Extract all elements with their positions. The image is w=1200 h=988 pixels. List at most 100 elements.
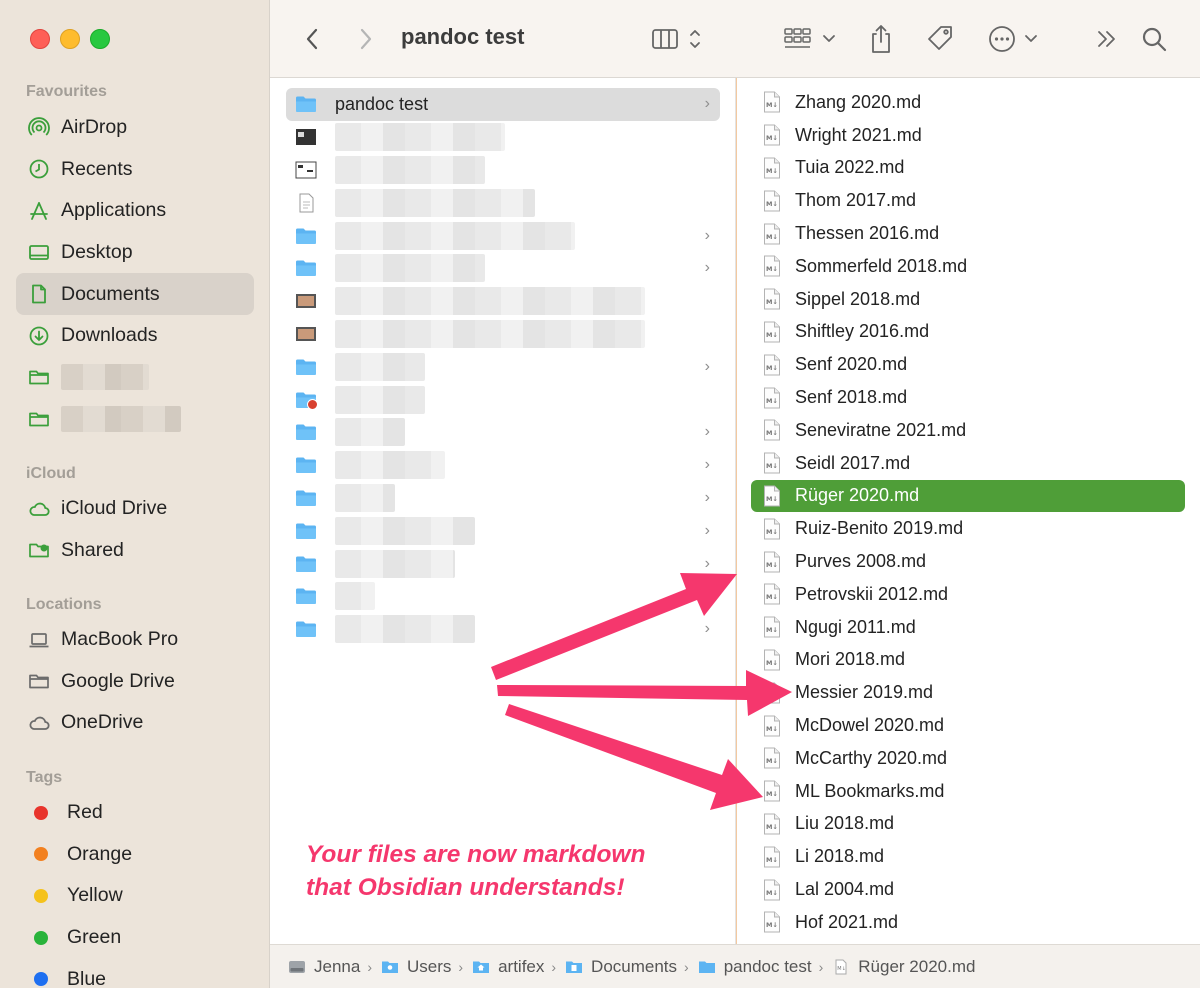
folder-icon — [295, 422, 319, 442]
folder-row-redacted[interactable] — [286, 580, 720, 613]
file-row[interactable]: M↓ Shiftley 2016.md — [751, 316, 1185, 349]
file-row[interactable]: M↓ Petrovskii 2012.md — [751, 578, 1185, 611]
path-item-documents[interactable]: Documents — [565, 957, 677, 977]
file-row[interactable]: M↓ Mori 2018.md — [751, 644, 1185, 677]
sidebar-item-desktop[interactable]: Desktop — [0, 232, 270, 274]
path-item-pandoc-test[interactable]: pandoc test — [698, 957, 812, 977]
chevron-right-icon: › — [551, 958, 557, 975]
folder-row-redacted[interactable] — [286, 121, 720, 154]
annotation-line: Your files are now markdown — [306, 841, 646, 868]
sidebar-tag-yellow[interactable]: Yellow — [0, 875, 270, 917]
overflow-button[interactable] — [1092, 22, 1122, 56]
sidebar-item-documents[interactable]: Documents — [0, 273, 270, 315]
share-button[interactable] — [866, 22, 896, 56]
zoom-button[interactable] — [90, 29, 110, 49]
redacted-label — [61, 364, 149, 391]
minimize-button[interactable] — [60, 29, 80, 49]
sidebar-item-icloud-drive[interactable]: iCloud Drive — [0, 488, 270, 530]
path-item-artifex[interactable]: artifex — [472, 957, 544, 977]
group-button[interactable] — [782, 22, 840, 56]
sidebar-item-onedrive[interactable]: OneDrive — [0, 702, 270, 744]
sidebar-item-applications[interactable]: Applications — [0, 190, 270, 232]
sidebar-item-downloads[interactable]: Downloads — [0, 315, 270, 357]
path-item-jenna[interactable]: Jenna — [288, 957, 360, 977]
svg-text:M↓: M↓ — [766, 790, 778, 798]
folder-row-redacted[interactable]: › — [286, 449, 720, 482]
file-row[interactable]: M↓ Messier 2019.md — [751, 676, 1185, 709]
file-row[interactable]: M↓ Purves 2008.md — [751, 545, 1185, 578]
file-name: Lal 2004.md — [795, 879, 895, 900]
sidebar-item-google-drive[interactable]: Google Drive — [0, 661, 270, 703]
folder-row-redacted[interactable] — [286, 186, 720, 219]
file-row[interactable]: M↓ Sommerfeld 2018.md — [751, 250, 1185, 283]
forward-button[interactable] — [352, 22, 380, 56]
search-button[interactable] — [1138, 22, 1170, 56]
sidebar-item-redacted-folder[interactable] — [0, 357, 270, 399]
sidebar-tag-green[interactable]: Green — [0, 917, 270, 959]
view-mode-button[interactable] — [650, 22, 706, 56]
svg-text:M↓: M↓ — [766, 495, 778, 503]
annotation-line: that Obsidian understands! — [306, 874, 625, 901]
svg-text:M↓: M↓ — [766, 626, 778, 634]
sidebar-item-airdrop[interactable]: AirDrop — [0, 107, 270, 149]
file-row[interactable]: M↓ Thom 2017.md — [751, 184, 1185, 217]
file-row[interactable]: M↓ Lal 2004.md — [751, 873, 1185, 906]
folder-row-redacted[interactable]: › — [286, 350, 720, 383]
file-row[interactable]: M↓ Senf 2020.md — [751, 348, 1185, 381]
more-actions-button[interactable] — [986, 22, 1042, 56]
folder-icon — [28, 408, 50, 430]
file-row[interactable]: M↓ Rüger 2020.md — [751, 479, 1185, 513]
file-row[interactable]: M↓ Seneviratne 2021.md — [751, 414, 1185, 447]
file-name: Purves 2008.md — [795, 551, 927, 572]
sidebar-tag-orange[interactable]: Orange — [0, 834, 270, 876]
folder-row-redacted[interactable]: › — [286, 547, 720, 580]
sidebar-tag-blue[interactable]: Blue — [0, 958, 270, 988]
folder-row-redacted[interactable] — [286, 285, 720, 318]
back-button[interactable] — [298, 22, 326, 56]
sidebar-item-macbook-pro[interactable]: MacBook Pro — [0, 619, 270, 661]
sidebar-item-recents[interactable]: Recents — [0, 149, 270, 191]
path-item-file[interactable]: M↓ Rüger 2020.md — [832, 957, 975, 977]
folder-row-pandoc-test[interactable]: pandoc test › — [286, 88, 720, 121]
sidebar-tag-red[interactable]: Red — [0, 792, 270, 834]
file-row[interactable]: M↓ Thessen 2016.md — [751, 217, 1185, 250]
redacted-label — [61, 405, 181, 432]
file-row[interactable]: M↓ Ruiz-Benito 2019.md — [751, 512, 1185, 545]
image-file-icon — [295, 324, 319, 344]
file-row[interactable]: M↓ Sippel 2018.md — [751, 283, 1185, 316]
folder-row-redacted[interactable] — [286, 383, 720, 416]
file-name: Hof 2021.md — [795, 911, 899, 932]
markdown-file-icon: M↓ — [763, 813, 781, 835]
file-row[interactable]: M↓ Li 2018.md — [751, 840, 1185, 873]
sidebar-item-shared[interactable]: Shared — [0, 530, 270, 572]
tag-dot-icon — [34, 847, 48, 862]
file-row[interactable]: M↓ Tuia 2022.md — [751, 152, 1185, 185]
file-row[interactable]: M↓ Wright 2021.md — [751, 119, 1185, 152]
folder-row-redacted[interactable]: › — [286, 252, 720, 285]
folder-row-redacted[interactable]: › — [286, 482, 720, 515]
file-name: Seidl 2017.md — [795, 452, 911, 473]
download-icon — [28, 325, 50, 347]
file-row[interactable]: M↓ Hof 2021.md — [751, 906, 1185, 939]
file-row[interactable]: M↓ ML Bookmarks.md — [751, 775, 1185, 808]
file-row[interactable]: M↓ McDowel 2020.md — [751, 709, 1185, 742]
file-row[interactable]: M↓ Liu 2018.md — [751, 808, 1185, 841]
file-row[interactable]: M↓ Ngugi 2011.md — [751, 611, 1185, 644]
folder-row-redacted[interactable] — [286, 154, 720, 187]
folder-row-redacted[interactable] — [286, 318, 720, 351]
redacted-name — [335, 582, 375, 611]
share-icon — [872, 25, 890, 53]
file-row[interactable]: M↓ Zhang 2020.md — [751, 86, 1185, 119]
folder-row-redacted[interactable]: › — [286, 219, 720, 252]
sidebar-item-redacted-folder[interactable] — [0, 398, 270, 440]
path-item-users[interactable]: Users — [381, 957, 451, 977]
file-row[interactable]: M↓ Senf 2018.md — [751, 381, 1185, 414]
folder-row-redacted[interactable]: › — [286, 514, 720, 547]
file-row[interactable]: M↓ Seidl 2017.md — [751, 447, 1185, 480]
finder-window: Favourites AirDrop Recents Applications — [0, 0, 1200, 988]
file-row[interactable]: M↓ McCarthy 2020.md — [751, 742, 1185, 775]
folder-row-redacted[interactable]: › — [286, 613, 720, 646]
folder-row-redacted[interactable]: › — [286, 416, 720, 449]
tag-button[interactable] — [922, 22, 958, 56]
close-button[interactable] — [30, 29, 50, 49]
